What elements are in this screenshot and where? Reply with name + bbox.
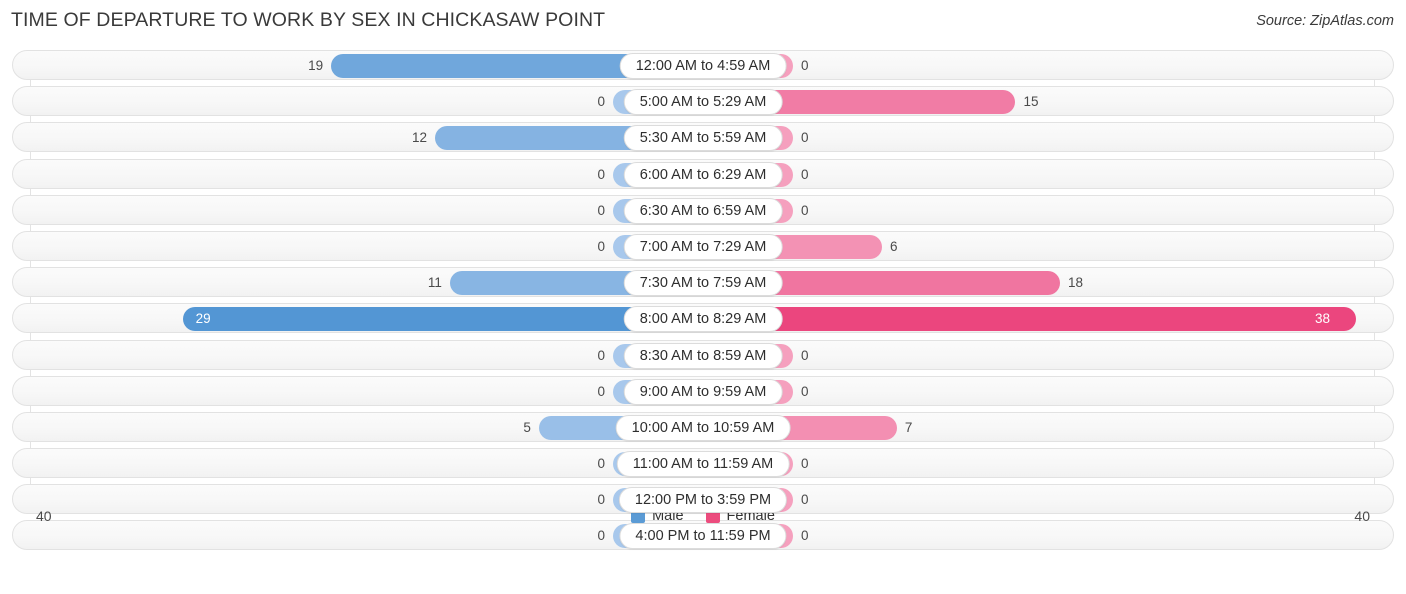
category-label: 6:30 AM to 6:59 AM xyxy=(623,197,783,224)
row-track: 0 15 5:00 AM to 5:29 AM xyxy=(13,87,1393,116)
value-label-female: 6 xyxy=(889,238,898,254)
row-track: 0 0 6:00 AM to 6:29 AM xyxy=(13,160,1393,188)
row-track: 0 6 7:00 AM to 7:29 AM xyxy=(13,232,1393,260)
row-track: 5 7 10:00 AM to 10:59 AM xyxy=(13,413,1393,441)
value-label-male: 0 xyxy=(597,202,606,218)
row-track: 0 0 6:30 AM to 6:59 AM xyxy=(13,196,1393,224)
row-track: 0 0 9:00 AM to 9:59 AM xyxy=(13,377,1393,405)
table-row[interactable]: 12 0 5:30 AM to 5:59 AM xyxy=(12,122,1394,153)
category-label: 7:00 AM to 7:29 AM xyxy=(623,233,783,260)
value-label-male: 5 xyxy=(523,419,531,435)
category-label: 8:00 AM to 8:29 AM xyxy=(623,306,783,333)
page-title: TIME OF DEPARTURE TO WORK BY SEX IN CHIC… xyxy=(11,9,606,31)
row-track: 29 38 8:00 AM to 8:29 AM xyxy=(13,304,1393,333)
table-row[interactable]: 19 0 12:00 AM to 4:59 AM xyxy=(12,50,1394,80)
table-row[interactable]: 0 0 9:00 AM to 9:59 AM xyxy=(12,375,1394,406)
row-track: 11 18 7:30 AM to 7:59 AM xyxy=(13,268,1393,297)
table-row[interactable]: 5 7 10:00 AM to 10:59 AM xyxy=(12,411,1394,442)
row-track: 19 0 12:00 AM to 4:59 AM xyxy=(13,51,1393,79)
value-label-female: 7 xyxy=(904,419,913,435)
value-label-male: 19 xyxy=(308,58,324,73)
value-label-male: 29 xyxy=(195,311,211,327)
value-label-female: 15 xyxy=(1023,94,1039,110)
category-label: 5:00 AM to 5:29 AM xyxy=(623,89,783,116)
table-row[interactable]: 0 0 11:00 AM to 11:59 AM xyxy=(12,448,1394,479)
value-label-female: 0 xyxy=(800,130,809,146)
value-label-female: 18 xyxy=(1068,275,1084,291)
category-label: 5:30 AM to 5:59 AM xyxy=(623,125,783,152)
value-label-male: 11 xyxy=(427,275,442,291)
category-label: 10:00 AM to 10:59 AM xyxy=(615,414,791,441)
row-track: 0 0 8:30 AM to 8:59 AM xyxy=(13,341,1393,369)
value-label-male: 0 xyxy=(597,166,606,182)
diverging-bar-chart: 19 0 12:00 AM to 4:59 AM 0 15 5:00 AM to 5:29… xyxy=(0,50,1406,552)
table-row[interactable]: 29 38 8:00 AM to 8:29 AM xyxy=(12,303,1394,334)
value-label-female: 0 xyxy=(800,166,809,182)
source-attribution: Source: ZipAtlas.com xyxy=(1256,13,1394,29)
table-row[interactable]: 0 6 7:00 AM to 7:29 AM xyxy=(12,230,1394,261)
value-label-male: 0 xyxy=(597,94,606,110)
table-row[interactable]: 0 0 6:00 AM to 6:29 AM xyxy=(12,158,1394,189)
category-label: 12:00 AM to 4:59 AM xyxy=(619,53,787,79)
value-label-male: 0 xyxy=(597,383,606,399)
value-label-male: 0 xyxy=(597,347,606,363)
category-label: 6:00 AM to 6:29 AM xyxy=(623,161,783,188)
category-label: 7:30 AM to 7:59 AM xyxy=(623,270,783,297)
category-label: 4:00 PM to 11:59 PM xyxy=(619,523,787,550)
value-label-male: 0 xyxy=(597,238,606,254)
table-row[interactable]: 0 0 8:30 AM to 8:59 AM xyxy=(12,339,1394,370)
table-row[interactable]: 0 15 5:00 AM to 5:29 AM xyxy=(12,86,1394,117)
table-row[interactable]: 0 0 6:30 AM to 6:59 AM xyxy=(12,194,1394,225)
chart-page: TIME OF DEPARTURE TO WORK BY SEX IN CHIC… xyxy=(0,0,1406,594)
chart-rows: 19 0 12:00 AM to 4:59 AM 0 15 5:00 AM to 5:29… xyxy=(0,50,1406,557)
value-label-female: 0 xyxy=(800,58,809,73)
value-label-female: 0 xyxy=(800,347,809,363)
category-label: 12:00 PM to 3:59 PM xyxy=(618,487,788,514)
bar-female xyxy=(703,307,1357,332)
value-label-female: 38 xyxy=(1315,311,1331,327)
value-label-female: 0 xyxy=(800,383,809,399)
category-label: 9:00 AM to 9:59 AM xyxy=(623,378,783,405)
row-track: 0 0 11:00 AM to 11:59 AM xyxy=(13,449,1393,478)
value-label-female: 0 xyxy=(800,456,809,472)
row-track: 12 0 5:30 AM to 5:59 AM xyxy=(13,123,1393,152)
value-label-male: 12 xyxy=(411,130,427,146)
category-label: 11:00 AM to 11:59 AM xyxy=(616,451,790,478)
value-label-male: 0 xyxy=(597,456,606,472)
category-label: 8:30 AM to 8:59 AM xyxy=(623,342,783,369)
value-label-female: 0 xyxy=(800,202,809,218)
table-row[interactable]: 11 18 7:30 AM to 7:59 AM xyxy=(12,267,1394,298)
